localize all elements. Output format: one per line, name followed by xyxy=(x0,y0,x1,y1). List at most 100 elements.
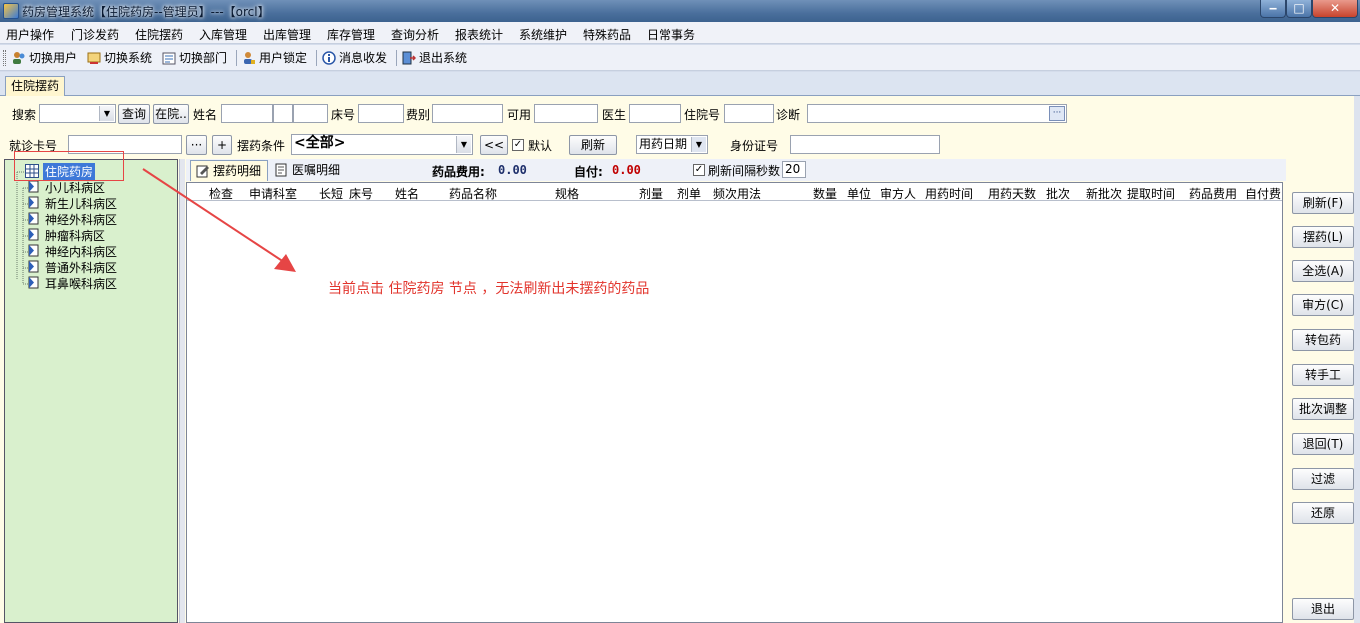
col-new-batch[interactable]: 新批次 xyxy=(1086,185,1122,202)
fee-type-input[interactable] xyxy=(432,104,503,123)
inpatient-no-input[interactable] xyxy=(724,104,774,123)
name-input-2[interactable] xyxy=(273,104,293,123)
col-med-days[interactable]: 用药天数 xyxy=(988,185,1036,202)
minimize-button[interactable]: ‒ xyxy=(1260,0,1286,18)
menu-maintenance[interactable]: 系统维护 xyxy=(519,26,567,43)
col-unit[interactable]: 单位 xyxy=(847,185,871,202)
info-icon xyxy=(322,51,336,65)
bed-input[interactable] xyxy=(358,104,404,123)
menu-stock-in[interactable]: 入库管理 xyxy=(199,26,247,43)
col-long-short[interactable]: 长短 xyxy=(319,185,343,202)
window-title: 药房管理系统【住院药房--管理员】---【orcl】 xyxy=(22,5,270,19)
menu-inpatient[interactable]: 住院摆药 xyxy=(135,26,183,43)
close-button[interactable]: ✕ xyxy=(1312,0,1358,18)
exit-system-button[interactable]: 退出系统 xyxy=(402,49,467,67)
search-label: 搜索 xyxy=(12,108,37,122)
available-label: 可用 xyxy=(507,108,532,122)
id-card-input[interactable] xyxy=(790,135,940,154)
inpatient-button[interactable]: 在院.. xyxy=(153,104,189,124)
users-icon xyxy=(12,51,26,65)
dispense-button[interactable]: 摆药(L) xyxy=(1292,226,1354,248)
refresh-button[interactable]: 刷新 xyxy=(569,135,617,155)
col-dose-unit[interactable]: 剂单 xyxy=(677,185,701,202)
col-batch[interactable]: 批次 xyxy=(1046,185,1070,202)
chevron-down-icon[interactable]: ▼ xyxy=(456,136,471,153)
tree-item-ward[interactable]: 普通外科病区 xyxy=(45,259,117,276)
return-button[interactable]: 退回(T) xyxy=(1292,433,1354,455)
chevron-down-icon[interactable]: ▼ xyxy=(99,106,114,121)
col-bed[interactable]: 床号 xyxy=(349,185,373,202)
module-tab-strip: 住院摆药 xyxy=(0,72,1360,96)
col-name[interactable]: 姓名 xyxy=(395,185,419,202)
annotation-arrow-icon xyxy=(142,168,296,272)
col-frequency[interactable]: 频次用法 xyxy=(713,185,761,202)
diagnosis-lookup-button[interactable]: ··· xyxy=(1049,106,1065,121)
review-button[interactable]: 审方(C) xyxy=(1292,294,1354,316)
col-qty[interactable]: 数量 xyxy=(813,185,837,202)
name-input-3[interactable] xyxy=(293,104,328,123)
refresh-f-button[interactable]: 刷新(F) xyxy=(1292,192,1354,214)
back-button[interactable]: << xyxy=(480,135,508,155)
menu-stock-out[interactable]: 出库管理 xyxy=(263,26,311,43)
doctor-input[interactable] xyxy=(629,104,681,123)
col-drug-fee[interactable]: 药品费用 xyxy=(1189,185,1237,202)
tree-item-ward[interactable]: 小儿科病区 xyxy=(45,179,105,196)
refresh-interval-input[interactable]: 20 xyxy=(782,161,806,178)
scrollbar[interactable] xyxy=(1354,96,1360,623)
query-button[interactable]: 查询 xyxy=(118,104,150,124)
auto-refresh-checkbox[interactable]: ✓ xyxy=(693,164,705,176)
menu-special-drugs[interactable]: 特殊药品 xyxy=(583,26,631,43)
department-icon xyxy=(162,51,176,65)
lock-user-button[interactable]: 用户锁定 xyxy=(242,49,307,67)
col-self-pay[interactable]: 自付费 xyxy=(1245,185,1281,202)
to-package-button[interactable]: 转包药 xyxy=(1292,329,1354,351)
col-extract-time[interactable]: 提取时间 xyxy=(1127,185,1175,202)
switch-dept-button[interactable]: 切换部门 xyxy=(162,49,227,67)
menu-daily[interactable]: 日常事务 xyxy=(647,26,695,43)
to-manual-button[interactable]: 转手工 xyxy=(1292,364,1354,386)
tree-item-ward[interactable]: 新生儿科病区 xyxy=(45,195,117,212)
menu-user-ops[interactable]: 用户操作 xyxy=(6,26,54,43)
tree-item-ward[interactable]: 神经外科病区 xyxy=(45,211,117,228)
default-checkbox[interactable]: ✓ xyxy=(512,139,524,151)
date-type-select[interactable]: 用药日期 ▼ xyxy=(636,135,708,154)
menu-query[interactable]: 查询分析 xyxy=(391,26,439,43)
search-dropdown[interactable]: ▼ xyxy=(39,104,116,123)
condition-select[interactable]: <全部> ▼ xyxy=(291,134,473,155)
menu-outpatient[interactable]: 门诊发药 xyxy=(71,26,119,43)
diagnosis-input[interactable]: ··· xyxy=(807,104,1067,123)
col-drug-name[interactable]: 药品名称 xyxy=(449,185,497,202)
ward-icon xyxy=(28,276,39,289)
col-med-time[interactable]: 用药时间 xyxy=(925,185,973,202)
card-lookup-button[interactable]: ··· xyxy=(186,135,207,155)
diagnosis-label: 诊断 xyxy=(776,108,801,122)
add-button[interactable]: + xyxy=(212,135,232,155)
messages-button[interactable]: 消息收发 xyxy=(322,49,387,67)
tab-inpatient-dispense[interactable]: 住院摆药 xyxy=(5,76,66,96)
name-input[interactable] xyxy=(221,104,273,123)
select-all-button[interactable]: 全选(A) xyxy=(1292,260,1354,282)
name-label: 姓名 xyxy=(193,108,218,122)
col-reviewer[interactable]: 审方人 xyxy=(880,185,916,202)
switch-user-button[interactable]: 切换用户 xyxy=(12,49,77,67)
id-card-label: 身份证号 xyxy=(730,139,779,153)
filter-button[interactable]: 过滤 xyxy=(1292,468,1354,490)
batch-adjust-button[interactable]: 批次调整 xyxy=(1292,398,1354,420)
restore-button[interactable]: 还原 xyxy=(1292,502,1354,524)
exit-button[interactable]: 退出 xyxy=(1292,598,1354,620)
chevron-down-icon[interactable]: ▼ xyxy=(691,137,706,152)
inpatient-no-label: 住院号 xyxy=(684,108,721,122)
switch-system-button[interactable]: 切换系统 xyxy=(87,49,152,67)
maximize-button[interactable]: □ xyxy=(1286,0,1312,18)
available-input[interactable] xyxy=(534,104,598,123)
tree-item-ward[interactable]: 耳鼻喉科病区 xyxy=(45,275,117,292)
menu-inventory[interactable]: 库存管理 xyxy=(327,26,375,43)
menu-reports[interactable]: 报表统计 xyxy=(455,26,503,43)
exit-door-icon xyxy=(402,51,417,65)
col-dose[interactable]: 剂量 xyxy=(639,185,663,202)
col-spec[interactable]: 规格 xyxy=(555,185,579,202)
tree-item-ward[interactable]: 肿瘤科病区 xyxy=(45,227,105,244)
tree-item-ward[interactable]: 神经内科病区 xyxy=(45,243,117,260)
refresh-interval-label: 刷新间隔秒数 xyxy=(708,164,781,178)
dispense-grid: 检查 申请科室 长短 床号 姓名 药品名称 规格 剂量 剂单 频次用法 数量 单… xyxy=(186,182,1283,623)
